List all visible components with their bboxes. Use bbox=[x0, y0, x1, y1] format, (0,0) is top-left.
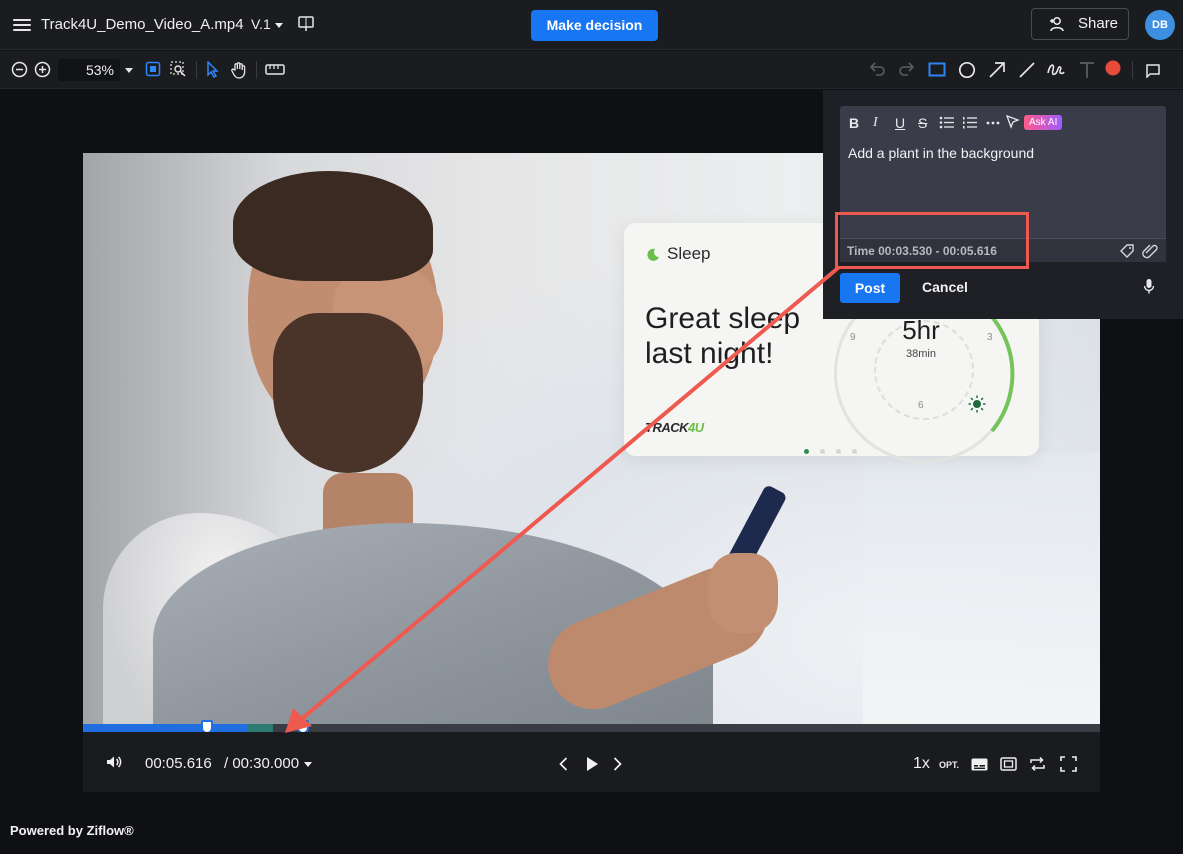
track4u-logo: TRACK4U bbox=[645, 420, 704, 435]
fullscreen-icon[interactable] bbox=[1060, 756, 1077, 772]
man-beard bbox=[273, 313, 423, 473]
present-screen-icon[interactable] bbox=[297, 15, 315, 33]
top-bar: Track4U_Demo_Video_A.mp4 V.1 Make decisi… bbox=[0, 0, 1183, 50]
window-light bbox=[863, 453, 1100, 724]
hamburger-menu-icon[interactable] bbox=[12, 16, 32, 34]
share-button[interactable]: Share bbox=[1031, 8, 1129, 40]
carousel-dot bbox=[804, 449, 809, 454]
more-options-icon[interactable] bbox=[986, 121, 1000, 125]
add-person-icon bbox=[1050, 17, 1064, 32]
player-controls: 00:05.616 / 00:30.000 1x OPT. bbox=[83, 732, 1100, 792]
strikethrough-button[interactable]: S bbox=[918, 115, 927, 131]
microphone-icon[interactable] bbox=[1143, 278, 1155, 295]
carousel-dot bbox=[820, 449, 825, 454]
cancel-button[interactable]: Cancel bbox=[922, 279, 968, 295]
user-avatar[interactable]: DB bbox=[1145, 10, 1175, 40]
comment-panel: B I U S Ask AI Add a plant in the backgr… bbox=[823, 90, 1183, 319]
comment-text[interactable]: Add a plant in the background bbox=[848, 145, 1034, 161]
attachment-icon[interactable] bbox=[1142, 243, 1159, 259]
version-label: V.1 bbox=[251, 16, 271, 32]
ai-magic-icon[interactable] bbox=[1006, 115, 1020, 129]
file-title: Track4U_Demo_Video_A.mp4 bbox=[41, 16, 244, 33]
sun-icon bbox=[968, 395, 986, 413]
options-button[interactable]: OPT. bbox=[939, 760, 959, 770]
captions-icon[interactable] bbox=[971, 758, 988, 771]
underline-button[interactable]: U bbox=[895, 115, 905, 131]
man-hand bbox=[708, 553, 778, 633]
zoom-out-icon[interactable] bbox=[11, 61, 28, 78]
line-tool-icon[interactable] bbox=[1018, 61, 1036, 79]
rectangle-tool-icon[interactable] bbox=[928, 62, 946, 77]
tag-icon[interactable] bbox=[1119, 243, 1135, 259]
ellipse-tool-icon[interactable] bbox=[958, 61, 976, 79]
redo-icon[interactable] bbox=[898, 61, 916, 77]
zoom-level[interactable]: 53% bbox=[58, 59, 120, 81]
numbered-list-icon[interactable] bbox=[962, 116, 977, 129]
freehand-tool-icon[interactable] bbox=[1046, 61, 1066, 79]
zoom-in-icon[interactable] bbox=[34, 61, 51, 78]
powered-by-footer: Powered by Ziflow® bbox=[10, 823, 134, 838]
text-tool-icon[interactable] bbox=[1079, 61, 1095, 79]
version-dropdown[interactable]: V.1 bbox=[251, 16, 283, 32]
bold-button[interactable]: B bbox=[849, 115, 859, 131]
total-time-dropdown[interactable]: / 00:30.000 bbox=[224, 755, 313, 772]
loop-icon[interactable] bbox=[1029, 756, 1046, 772]
dial-number-9: 9 bbox=[850, 332, 856, 343]
card-headline: Great sleep last night! bbox=[645, 302, 801, 370]
playback-speed[interactable]: 1x bbox=[913, 755, 930, 773]
chevron-down-icon bbox=[304, 761, 313, 767]
share-label: Share bbox=[1078, 15, 1119, 32]
moon-icon bbox=[647, 248, 659, 261]
comment-range-fill bbox=[248, 724, 274, 732]
annotation-toolbar: 53% bbox=[0, 51, 1183, 89]
timeline-progress bbox=[83, 724, 274, 732]
carousel-dots bbox=[804, 441, 868, 459]
toolbar-divider bbox=[256, 61, 257, 79]
safe-area-icon[interactable] bbox=[1000, 757, 1017, 771]
logo-text-track: TRACK bbox=[645, 420, 689, 435]
chevron-down-icon bbox=[274, 22, 283, 28]
bullet-list-icon[interactable] bbox=[939, 116, 954, 129]
dial-number-3: 3 bbox=[987, 332, 993, 343]
current-time: 00:05.616 bbox=[145, 755, 212, 772]
zoom-dropdown-icon[interactable] bbox=[125, 68, 133, 73]
logo-text-4u: 4U bbox=[688, 420, 704, 435]
toolbar-divider bbox=[196, 61, 197, 79]
next-frame-icon[interactable] bbox=[613, 757, 622, 771]
color-swatch-icon[interactable] bbox=[1105, 60, 1121, 76]
ask-ai-button[interactable]: Ask AI bbox=[1024, 115, 1063, 130]
fit-screen-icon[interactable] bbox=[145, 61, 161, 77]
undo-icon[interactable] bbox=[868, 61, 886, 77]
sleep-minutes: 38min bbox=[906, 348, 936, 360]
italic-button[interactable]: I bbox=[873, 115, 878, 131]
comment-icon[interactable] bbox=[1145, 63, 1161, 78]
man-hair bbox=[233, 171, 433, 281]
toolbar-divider bbox=[1132, 61, 1133, 79]
hand-pan-icon[interactable] bbox=[230, 61, 248, 79]
ruler-icon[interactable] bbox=[265, 64, 285, 75]
select-cursor-icon[interactable] bbox=[205, 61, 220, 78]
carousel-dot bbox=[836, 449, 841, 454]
arrow-tool-icon[interactable] bbox=[988, 61, 1006, 79]
card-label: Sleep bbox=[667, 244, 711, 263]
make-decision-button[interactable]: Make decision bbox=[531, 10, 658, 41]
zoom-region-icon[interactable] bbox=[170, 61, 187, 78]
volume-icon[interactable] bbox=[106, 755, 122, 769]
video-timeline[interactable] bbox=[83, 720, 1100, 737]
time-range-highlight-box bbox=[835, 212, 1029, 269]
post-button[interactable]: Post bbox=[840, 273, 900, 303]
app-root: Track4U_Demo_Video_A.mp4 V.1 Make decisi… bbox=[0, 0, 1183, 854]
previous-frame-icon[interactable] bbox=[559, 757, 568, 771]
play-icon[interactable] bbox=[585, 756, 599, 772]
sleep-hours: 5hr bbox=[902, 315, 940, 345]
dial-number-6: 6 bbox=[918, 400, 924, 411]
total-time: / 00:30.000 bbox=[224, 755, 300, 772]
carousel-dot bbox=[852, 449, 857, 454]
